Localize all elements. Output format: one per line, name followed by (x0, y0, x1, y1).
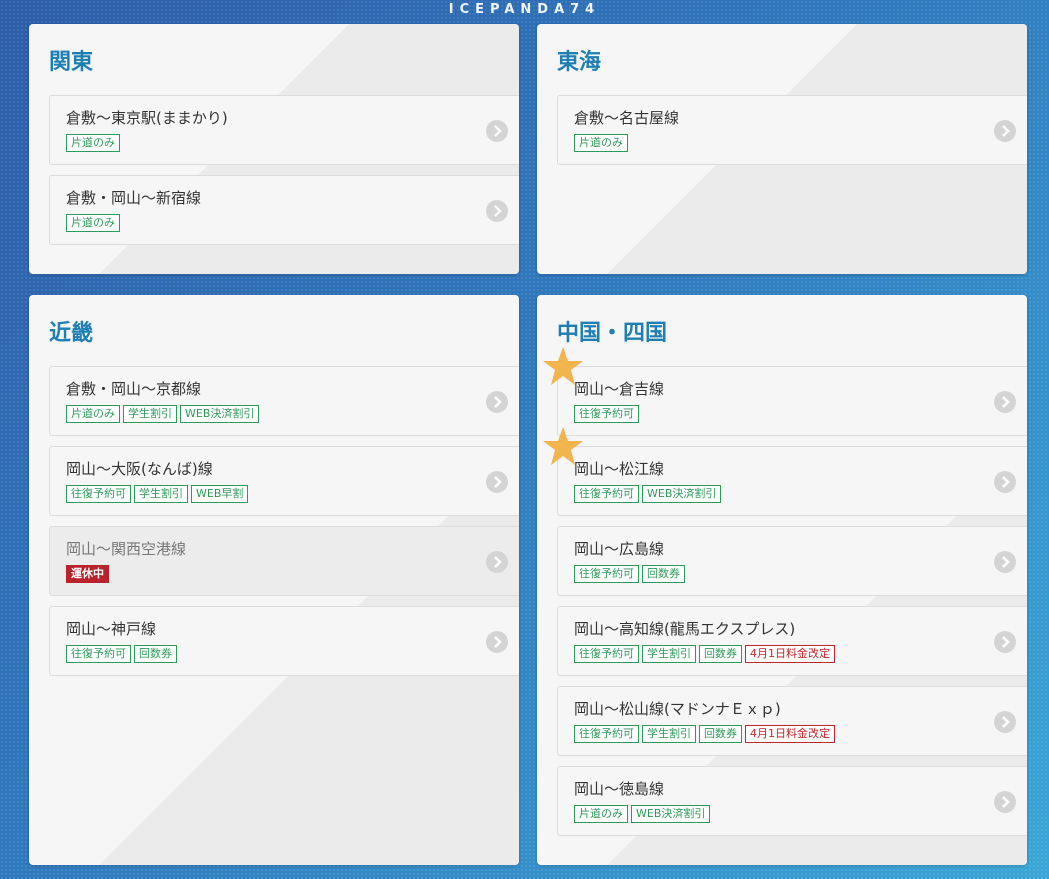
chevron-right-icon (994, 471, 1016, 493)
route-tag: 回数券 (642, 565, 685, 583)
route-tags: 片道のみ 学生割引 WEB決済割引 (66, 405, 260, 423)
brand-logo: ICEPANDA74 (448, 2, 601, 17)
route-tag: 往復予約可 (574, 405, 639, 423)
route-tag: 片道のみ (66, 405, 120, 423)
route-tag: 片道のみ (574, 805, 628, 823)
route-card[interactable]: 岡山〜神戸線 往復予約可 回数券 (49, 606, 519, 676)
route-name: 岡山〜松江線 (574, 460, 665, 478)
route-name: 岡山〜松山線(マドンナＥｘｐ) (574, 700, 781, 718)
route-tags: 往復予約可 (574, 405, 639, 423)
chevron-right-icon (486, 120, 508, 142)
route-card[interactable]: 岡山〜高知線(龍馬エクスプレス) 往復予約可 学生割引 回数券 4月1日料金改定 (557, 606, 1027, 676)
route-name: 倉敷・岡山〜京都線 (66, 380, 202, 398)
route-card[interactable]: 倉敷〜名古屋線 片道のみ (557, 95, 1027, 165)
chevron-right-icon (994, 120, 1016, 142)
route-tags: 片道のみ (574, 134, 628, 152)
route-tag: 学生割引 (642, 725, 696, 743)
route-tag: 片道のみ (66, 134, 120, 152)
chevron-right-icon (994, 711, 1016, 733)
route-tag: 回数券 (134, 645, 177, 663)
route-name: 岡山〜神戸線 (66, 620, 157, 638)
route-card[interactable]: 岡山〜松山線(マドンナＥｘｐ) 往復予約可 学生割引 回数券 4月1日料金改定 (557, 686, 1027, 756)
route-tag: 学生割引 (134, 485, 188, 503)
route-tag: WEB決済割引 (180, 405, 260, 423)
chevron-right-icon (486, 551, 508, 573)
route-name: 岡山〜広島線 (574, 540, 665, 558)
route-card[interactable]: 岡山〜広島線 往復予約可 回数券 (557, 526, 1027, 596)
route-tag: 往復予約可 (574, 485, 639, 503)
route-name: 倉敷・岡山〜新宿線 (66, 189, 202, 207)
region-panel-chugoku-shikoku: 中国・四国 岡山〜倉吉線 往復予約可 岡山〜松江線 往復予約可 WEB決済割引 … (537, 295, 1027, 865)
route-tags: 往復予約可 WEB決済割引 (574, 485, 722, 503)
route-tag: WEB決済割引 (642, 485, 722, 503)
route-tags: 片道のみ (66, 214, 120, 232)
route-tags: 往復予約可 学生割引 回数券 4月1日料金改定 (574, 725, 835, 743)
fare-revision-tag: 4月1日料金改定 (745, 645, 835, 663)
fare-revision-tag: 4月1日料金改定 (745, 725, 835, 743)
chevron-right-icon (486, 200, 508, 222)
route-name: 岡山〜大阪(なんば)線 (66, 460, 213, 478)
route-tag: WEB早割 (191, 485, 249, 503)
route-card[interactable]: 岡山〜徳島線 片道のみ WEB決済割引 (557, 766, 1027, 836)
route-tag: 往復予約可 (574, 645, 639, 663)
route-tag: 片道のみ (66, 214, 120, 232)
route-tag: 回数券 (699, 645, 742, 663)
region-panel-tokai: 東海 倉敷〜名古屋線 片道のみ (537, 24, 1027, 274)
chevron-right-icon (486, 471, 508, 493)
route-tag: 往復予約可 (66, 645, 131, 663)
region-panel-kanto: 関東 倉敷〜東京駅(ままかり) 片道のみ 倉敷・岡山〜新宿線 片道のみ (29, 24, 519, 274)
route-tag: 往復予約可 (574, 725, 639, 743)
route-tag: WEB決済割引 (631, 805, 711, 823)
route-tags: 往復予約可 学生割引 WEB早割 (66, 485, 249, 503)
suspended-badge: 運休中 (66, 565, 109, 583)
chevron-right-icon (994, 551, 1016, 573)
route-tag: 往復予約可 (574, 565, 639, 583)
route-name: 倉敷〜東京駅(ままかり) (66, 109, 228, 127)
route-name: 岡山〜関西空港線 (66, 540, 187, 558)
route-tags: 運休中 (66, 565, 109, 583)
star-icon (543, 347, 583, 385)
route-tags: 往復予約可 回数券 (574, 565, 685, 583)
route-name: 岡山〜徳島線 (574, 780, 665, 798)
region-title: 近畿 (49, 321, 94, 346)
chevron-right-icon (994, 391, 1016, 413)
route-tags: 片道のみ WEB決済割引 (574, 805, 711, 823)
route-card[interactable]: 倉敷・岡山〜京都線 片道のみ 学生割引 WEB決済割引 (49, 366, 519, 436)
chevron-right-icon (994, 791, 1016, 813)
region-panel-kinki: 近畿 倉敷・岡山〜京都線 片道のみ 学生割引 WEB決済割引 岡山〜大阪(なんば… (29, 295, 519, 865)
route-name: 倉敷〜名古屋線 (574, 109, 680, 127)
route-tag: 学生割引 (642, 645, 696, 663)
route-card-suspended[interactable]: 岡山〜関西空港線 運休中 (49, 526, 519, 596)
chevron-right-icon (486, 631, 508, 653)
chevron-right-icon (486, 391, 508, 413)
route-tag: 片道のみ (574, 134, 628, 152)
route-card[interactable]: 倉敷〜東京駅(ままかり) 片道のみ (49, 95, 519, 165)
route-tags: 往復予約可 回数券 (66, 645, 177, 663)
route-card[interactable]: 岡山〜大阪(なんば)線 往復予約可 学生割引 WEB早割 (49, 446, 519, 516)
route-tags: 片道のみ (66, 134, 120, 152)
chevron-right-icon (994, 631, 1016, 653)
route-name: 岡山〜倉吉線 (574, 380, 665, 398)
route-card[interactable]: 倉敷・岡山〜新宿線 片道のみ (49, 175, 519, 245)
route-tags: 往復予約可 学生割引 回数券 4月1日料金改定 (574, 645, 835, 663)
region-title: 東海 (557, 50, 602, 75)
route-name: 岡山〜高知線(龍馬エクスプレス) (574, 620, 796, 638)
star-icon (543, 427, 583, 465)
route-card[interactable]: 岡山〜松江線 往復予約可 WEB決済割引 (557, 446, 1027, 516)
route-card[interactable]: 岡山〜倉吉線 往復予約可 (557, 366, 1027, 436)
route-tag: 学生割引 (123, 405, 177, 423)
route-tag: 往復予約可 (66, 485, 131, 503)
route-tag: 回数券 (699, 725, 742, 743)
region-title: 関東 (49, 50, 94, 75)
region-title: 中国・四国 (557, 321, 668, 346)
